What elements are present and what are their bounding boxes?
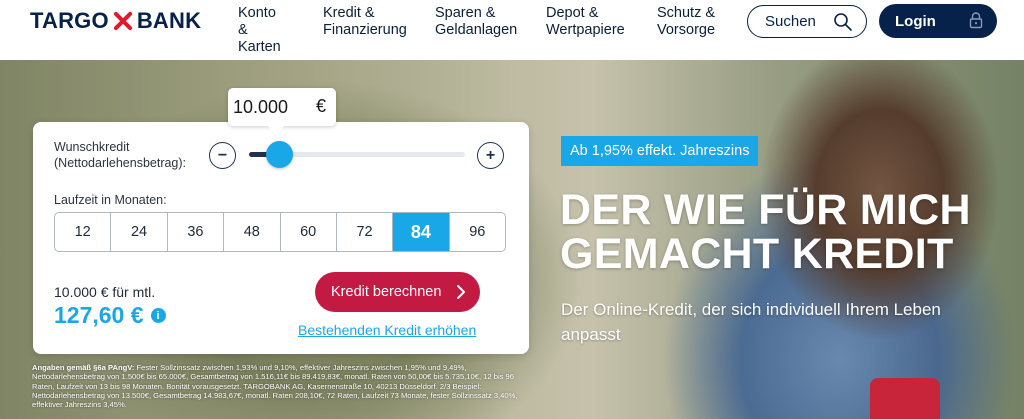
term-option-48[interactable]: 48 [224,213,281,251]
site-header: TARGO BANK Konto & Karten Kredit & Finan… [0,0,1024,60]
search-button[interactable]: Suchen [747,5,867,38]
calculate-credit-button[interactable]: Kredit berechnen [315,272,480,312]
amount-tooltip-currency: € [315,96,326,116]
amount-tooltip[interactable]: 10.000 € [228,88,336,134]
term-option-84[interactable]: 84 [393,213,450,251]
monthly-rate-label: 10.000 € für mtl. [54,284,156,300]
nav-schutz-vorsorge[interactable]: Schutz & Vorsorge [657,5,715,39]
term-option-36[interactable]: 36 [168,213,225,251]
term-option-72[interactable]: 72 [337,213,394,251]
targobank-logo[interactable]: TARGO BANK [30,8,201,34]
login-button[interactable]: Login [879,4,997,38]
credit-calculator-card: Wunschkredit (Nettodarlehensbetrag): − +… [33,122,529,354]
raise-existing-credit-link[interactable]: Bestehenden Kredit erhöhen [298,322,476,338]
search-icon [834,13,852,31]
search-button-label: Suchen [765,13,816,30]
term-option-24[interactable]: 24 [111,213,168,251]
logo-text-right: BANK [136,8,202,33]
amount-label: Wunschkredit (Nettodarlehensbetrag): [54,140,187,170]
hero-subline: Der Online-Kredit, der sich individuell … [561,300,941,344]
nav-depot-wertpapiere[interactable]: Depot & Wertpapiere [546,5,625,39]
term-option-12[interactable]: 12 [55,213,112,251]
info-icon[interactable]: i [150,308,166,323]
targo-x-icon [112,10,134,32]
amount-tooltip-value: 10.000 [233,96,289,117]
amount-slider[interactable] [249,141,465,168]
term-option-96[interactable]: 96 [450,213,505,251]
term-label: Laufzeit in Monaten: [54,193,167,207]
logo-text-left: TARGO [30,8,109,33]
interest-rate-badge: Ab 1,95% effekt. Jahreszins [561,136,759,166]
nav-konto-karten[interactable]: Konto & Karten [238,5,281,56]
nav-sparen-geldanlagen[interactable]: Sparen & Geldanlagen [435,5,517,39]
term-selector: 12 24 36 48 60 72 84 96 [54,212,506,252]
chevron-right-icon [457,285,465,299]
lock-icon [969,12,983,29]
monthly-rate-amount: 127,60 € [54,302,144,328]
login-button-label: Login [895,12,936,30]
monthly-rate-value: 127,60 € i [54,302,166,329]
decrease-amount-button[interactable]: − [209,142,236,169]
increase-amount-button[interactable]: + [477,142,504,169]
nav-kredit-finanzierung[interactable]: Kredit & Finanzierung [323,5,407,39]
term-option-60[interactable]: 60 [281,213,337,251]
red-cup-image [870,378,940,419]
hero-headline: DER WIE FÜR MICH GEMACHT KREDIT [560,186,971,278]
amount-slider-handle[interactable] [266,141,294,168]
legal-disclaimer: Angaben gemäß §6a PAngV: Fester Sollzins… [32,363,528,409]
legal-disclaimer-title: Angaben gemäß §6a PAngV: [32,363,135,372]
calculate-credit-label: Kredit berechnen [331,284,442,300]
